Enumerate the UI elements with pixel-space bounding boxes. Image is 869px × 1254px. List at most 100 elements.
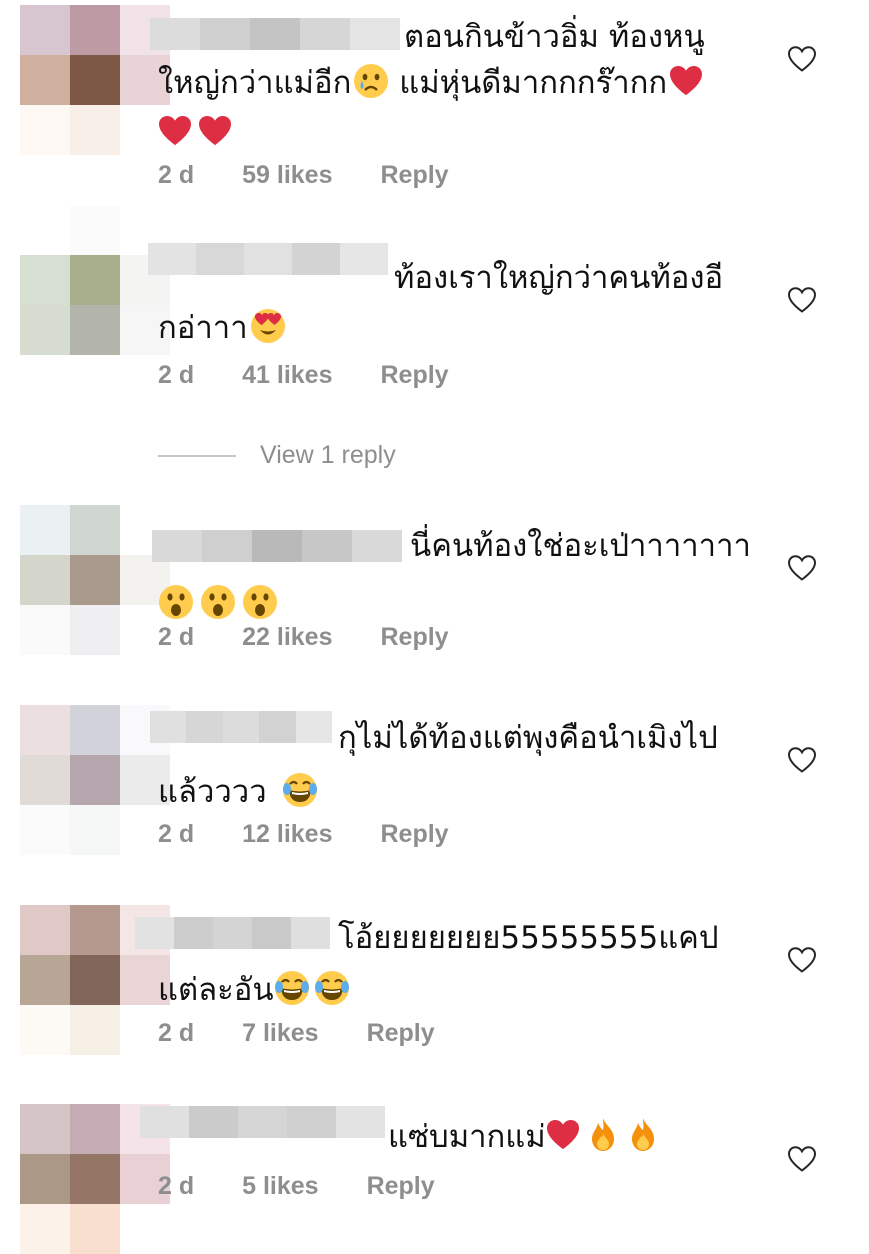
avatar-pixel — [70, 1104, 120, 1154]
surprised-face-emoji — [242, 584, 278, 620]
reply-button[interactable]: Reply — [367, 1019, 435, 1048]
username-blur-block — [150, 18, 200, 50]
username-blur-block — [222, 711, 260, 743]
avatar[interactable] — [20, 205, 170, 355]
heart-outline-icon[interactable] — [787, 745, 817, 775]
avatar-pixel — [20, 1204, 70, 1254]
username-blur-block — [252, 530, 302, 562]
comment-likes[interactable]: 22 likes — [242, 623, 332, 652]
avatar-pixel — [70, 1005, 120, 1055]
heart-outline-icon[interactable] — [787, 945, 817, 975]
avatar[interactable] — [20, 705, 170, 855]
avatar-pixel — [20, 755, 70, 805]
comment-likes[interactable]: 59 likes — [242, 161, 332, 190]
avatar-pixel — [70, 605, 120, 655]
red-heart-emoji — [198, 115, 232, 147]
username-blur-block — [174, 917, 213, 949]
red-heart-emoji — [669, 65, 703, 97]
username-blur-block — [340, 243, 388, 275]
red-heart-emoji — [158, 115, 192, 147]
username-blur-block — [140, 1106, 189, 1138]
avatar-pixel — [20, 955, 70, 1005]
comment-likes[interactable]: 7 likes — [242, 1019, 318, 1048]
comment-text-line: นี่คนท้องใช่อะเป่าาาาาาา — [410, 528, 751, 564]
avatar[interactable] — [20, 5, 170, 155]
username[interactable] — [150, 18, 400, 50]
reply-button[interactable]: Reply — [380, 161, 448, 190]
red-heart-emoji — [546, 1119, 580, 1151]
comment-time: 2 d — [158, 361, 195, 389]
avatar[interactable] — [20, 905, 170, 1055]
username-blur-block — [295, 711, 333, 743]
reply-button[interactable]: Reply — [380, 820, 448, 849]
crying-face-emoji — [353, 63, 389, 99]
comment-time: 2 d — [158, 820, 195, 848]
comment-time: 2 d — [158, 161, 195, 189]
username-blur-block — [250, 18, 300, 50]
fire-emoji — [628, 1117, 658, 1153]
avatar-pixel — [20, 305, 70, 355]
username[interactable] — [152, 530, 402, 562]
username[interactable] — [140, 1106, 385, 1138]
view-replies-label: View 1 reply — [260, 441, 396, 469]
view-replies-button[interactable]: View 1 reply — [158, 441, 396, 470]
avatar-pixel — [20, 505, 70, 555]
username-blur-block — [259, 711, 296, 743]
avatar-pixel — [20, 1104, 70, 1154]
avatar-pixel — [70, 555, 120, 605]
reply-button[interactable]: Reply — [367, 1172, 435, 1201]
comment-time: 2 d — [158, 1019, 195, 1047]
avatar-pixel — [70, 5, 120, 55]
username[interactable] — [150, 711, 333, 743]
reply-button[interactable]: Reply — [380, 361, 448, 390]
username-blur-block — [291, 917, 330, 949]
surprised-face-emoji — [158, 584, 194, 620]
username-blur-block — [186, 711, 223, 743]
username[interactable] — [135, 917, 330, 949]
fire-emoji — [588, 1117, 618, 1153]
tears-of-joy-emoji — [282, 772, 318, 808]
comment-text-line: กุไม่ได้ท้องแต่พุงคือนำเมิงไป — [338, 720, 718, 756]
avatar-pixel — [70, 905, 120, 955]
username-blur-block — [200, 18, 250, 50]
avatar-pixel — [20, 5, 70, 55]
username-blur-block — [292, 243, 340, 275]
comment-text-line: แล้วววว — [158, 774, 267, 810]
avatar-pixel — [70, 1154, 120, 1204]
avatar-pixel — [20, 705, 70, 755]
comment-likes[interactable]: 5 likes — [242, 1172, 318, 1201]
avatar-pixel — [70, 205, 120, 255]
username-blur-block — [300, 18, 350, 50]
reply-button[interactable]: Reply — [380, 623, 448, 652]
avatar-pixel — [20, 205, 70, 255]
comment-likes[interactable]: 12 likes — [242, 820, 332, 849]
avatar-pixel — [70, 1204, 120, 1254]
username-blur-block — [150, 711, 187, 743]
username[interactable] — [148, 243, 388, 275]
surprised-face-emoji — [200, 584, 236, 620]
comment-text-line: ท้องเราใหญ่กว่าคนท้องอี — [394, 260, 724, 296]
username-blur-block — [189, 1106, 238, 1138]
heart-outline-icon[interactable] — [787, 285, 817, 315]
avatar[interactable] — [20, 1104, 170, 1254]
comment-text-line: แซ่บมากแม่ — [388, 1119, 546, 1155]
comment-time: 2 d — [158, 623, 195, 651]
avatar-pixel — [20, 1005, 70, 1055]
avatar[interactable] — [20, 505, 170, 655]
username-blur-block — [152, 530, 202, 562]
username-blur-block — [213, 917, 252, 949]
avatar-pixel — [70, 705, 120, 755]
comment-text-line: โอ้ยยยยยยย55555555แคป — [338, 920, 719, 956]
username-blur-block — [336, 1106, 385, 1138]
heart-outline-icon[interactable] — [787, 44, 817, 74]
comment-text-line: แต่ละอัน — [158, 972, 274, 1008]
comment-likes[interactable]: 41 likes — [242, 361, 332, 390]
heart-outline-icon[interactable] — [787, 553, 817, 583]
avatar-pixel — [20, 255, 70, 305]
tears-of-joy-emoji — [274, 970, 310, 1006]
avatar-pixel — [70, 305, 120, 355]
heart-outline-icon[interactable] — [787, 1144, 817, 1174]
avatar-pixel — [70, 755, 120, 805]
username-blur-block — [196, 243, 244, 275]
username-blur-block — [244, 243, 292, 275]
